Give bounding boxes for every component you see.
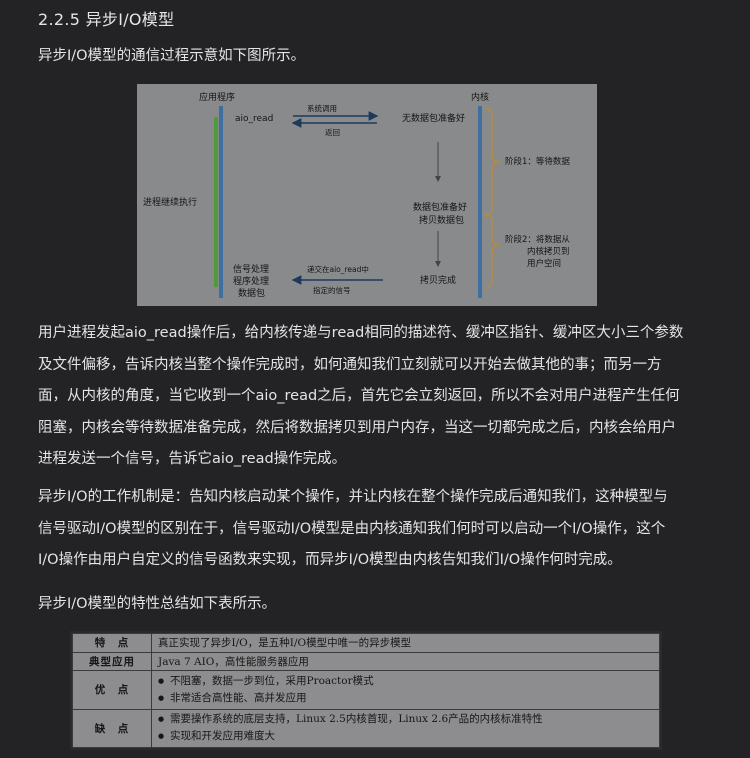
signal-handler-line2: 程序处理 bbox=[233, 275, 269, 287]
intro-paragraph: 异步I/O模型的通信过程示意如下图所示。 bbox=[38, 48, 306, 64]
row-label: 特 点 bbox=[72, 633, 152, 653]
summary-intro-paragraph: 异步I/O模型的特性总结如下表所示。 bbox=[38, 596, 277, 612]
kernel-column-label: 内核 bbox=[471, 91, 489, 103]
paragraph-line: 用户进程发起aio_read操作后，给内核传递与read相同的描述符、缓冲区指针… bbox=[38, 325, 684, 341]
paragraph-aio-flow: 用户进程发起aio_read操作后，给内核传递与read相同的描述符、缓冲区指针… bbox=[38, 318, 718, 476]
signal-handler-line1: 信号处理 bbox=[233, 263, 269, 275]
signal-handler-line3: 数据包 bbox=[238, 287, 265, 299]
row-label: 优 点 bbox=[72, 670, 152, 710]
table-row: 优 点 不阻塞，数据一步到位，采用Proactor模式 非常适合高性能、高并发应… bbox=[72, 670, 660, 710]
paragraph-line: 及文件偏移，告诉内核当整个操作完成时，如何通知我们立刻就可以开始去做其他的事；而… bbox=[38, 356, 662, 373]
stage1-bracket bbox=[484, 107, 500, 217]
stage1-label: 阶段1：等待数据 bbox=[505, 156, 570, 167]
row-value: 真正实现了异步I/O，是五种I/O模型中唯一的异步模型 bbox=[151, 633, 660, 653]
row-label: 缺 点 bbox=[72, 708, 152, 749]
features-table: 特 点 真正实现了异步I/O，是五种I/O模型中唯一的异步模型 典型应用 Jav… bbox=[70, 631, 662, 750]
paragraph-line: 面，从内核的角度，当它收到一个aio_read之后，首先它会立刻返回，所以不会对… bbox=[38, 388, 680, 404]
diagram-svg: 应用程序 内核 aio_read 系统调用 返回 无数据包准备好 进程继续执行 … bbox=[143, 91, 570, 299]
deliver-label: 递交在aio_read中 bbox=[307, 264, 369, 274]
table-row: 缺 点 需要操作系统的底层支持，Linux 2.5内核首现，Linux 2.6产… bbox=[72, 708, 660, 749]
data-ready-label: 数据包准备好 bbox=[413, 201, 467, 213]
stage2-label-line1: 阶段2：将数据从 bbox=[505, 234, 570, 245]
bullet-item: 实现和开发应用难度大 bbox=[158, 728, 653, 745]
row-value: 需要操作系统的底层支持，Linux 2.5内核首现，Linux 2.6产品的内核… bbox=[151, 708, 660, 749]
aio-read-label: aio_read bbox=[235, 114, 273, 124]
bullet-list: 不阻塞，数据一步到位，采用Proactor模式 非常适合高性能、高并发应用 bbox=[158, 673, 653, 707]
stage2-bracket bbox=[484, 213, 500, 289]
paragraph-line: 异步I/O的工作机制是：告知内核启动某个操作，并让内核在整个操作完成后通知我们，… bbox=[38, 489, 668, 505]
no-data-label: 无数据包准备好 bbox=[402, 112, 465, 124]
table-row: 典型应用 Java 7 AIO，高性能服务器应用 bbox=[72, 651, 660, 672]
row-value: Java 7 AIO，高性能服务器应用 bbox=[151, 651, 660, 672]
return-label: 返回 bbox=[325, 128, 340, 137]
bullet-list: 需要操作系统的底层支持，Linux 2.5内核首现，Linux 2.6产品的内核… bbox=[158, 711, 653, 745]
stage2-label-line3: 用户空间 bbox=[527, 258, 561, 269]
paragraph-line: 信号驱动I/O模型的区别在于，信号驱动I/O模型是由内核通知我们何时可以启动一个… bbox=[38, 520, 666, 537]
row-label: 典型应用 bbox=[72, 651, 152, 672]
paragraph-line: I/O操作由用户自定义的信号函数来实现，而异步I/O模型由内核告知我们I/O操作… bbox=[38, 552, 622, 568]
row-value: 不阻塞，数据一步到位，采用Proactor模式 非常适合高性能、高并发应用 bbox=[151, 670, 660, 710]
paragraph-line: 阻塞，内核会等待数据准备完成，然后将数据拷贝到用户内存，当这一切都完成之后，内核… bbox=[38, 419, 676, 436]
section-heading: 2.2.5 异步I/O模型 bbox=[38, 10, 175, 29]
features-table-grid: 特 点 真正实现了异步I/O，是五种I/O模型中唯一的异步模型 典型应用 Jav… bbox=[72, 633, 660, 749]
continue-exec-bar bbox=[214, 117, 218, 287]
continue-exec-label: 进程继续执行 bbox=[143, 196, 197, 208]
syscall-label: 系统调用 bbox=[307, 103, 337, 113]
paragraph-line: 进程发送一个信号，告诉它aio_read操作完成。 bbox=[38, 451, 347, 467]
async-io-diagram: 应用程序 内核 aio_read 系统调用 返回 无数据包准备好 进程继续执行 … bbox=[137, 84, 597, 306]
paragraph-mechanism: 异步I/O的工作机制是：告知内核启动某个操作，并让内核在整个操作完成后通知我们，… bbox=[38, 482, 718, 577]
copy-data-label: 拷贝数据包 bbox=[419, 214, 464, 226]
kernel-timeline-bar bbox=[478, 106, 482, 298]
app-timeline-bar bbox=[219, 106, 223, 298]
specified-signal-label: 指定的信号 bbox=[313, 285, 351, 295]
copy-done-label: 拷贝完成 bbox=[420, 274, 456, 286]
table-row: 特 点 真正实现了异步I/O，是五种I/O模型中唯一的异步模型 bbox=[72, 633, 660, 653]
bullet-item: 不阻塞，数据一步到位，采用Proactor模式 bbox=[158, 673, 653, 690]
stage2-label-line2: 内核拷贝到 bbox=[527, 246, 570, 257]
bullet-item: 需要操作系统的底层支持，Linux 2.5内核首现，Linux 2.6产品的内核… bbox=[158, 711, 653, 728]
app-column-label: 应用程序 bbox=[199, 91, 235, 103]
bullet-item: 非常适合高性能、高并发应用 bbox=[158, 690, 653, 707]
